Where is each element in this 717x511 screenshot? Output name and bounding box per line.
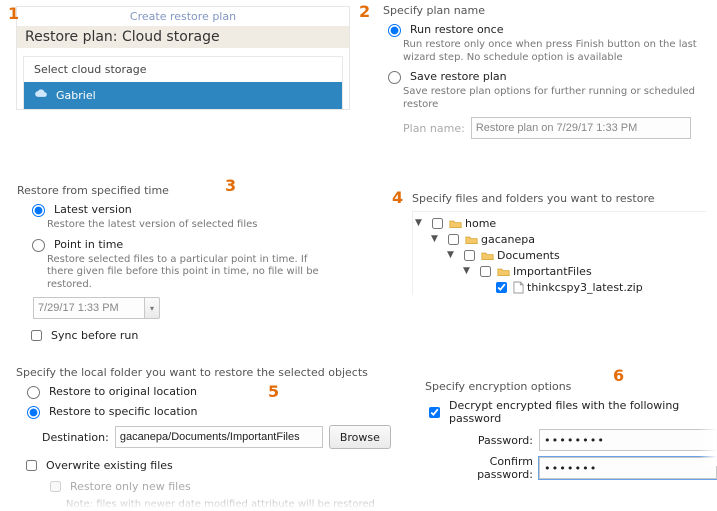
restore-specific-radio-row[interactable]: Restore to specific location xyxy=(22,405,392,419)
tree-row-documents[interactable]: ▼ Documents xyxy=(415,247,706,263)
latest-version-radio[interactable] xyxy=(32,204,45,217)
tree-checkbox[interactable] xyxy=(448,234,459,245)
tree-row-home[interactable]: ▼ home xyxy=(415,215,706,231)
folder-icon xyxy=(481,250,494,261)
only-new-label: Restore only new files xyxy=(70,480,191,493)
tree-checkbox[interactable] xyxy=(464,250,475,261)
latest-version-radio-row[interactable]: Latest version xyxy=(27,203,335,217)
cloud-icon xyxy=(34,87,48,104)
step-4-number: 4 xyxy=(392,188,403,207)
point-in-time-radio-row[interactable]: Point in time xyxy=(27,238,335,252)
restore-original-radio[interactable] xyxy=(27,386,40,399)
browse-button[interactable]: Browse xyxy=(329,425,391,449)
restore-original-label: Restore to original location xyxy=(49,385,197,398)
latest-version-desc: Restore the latest version of selected f… xyxy=(47,219,335,232)
folder-icon xyxy=(465,234,478,245)
tree-label: ImportantFiles xyxy=(513,265,592,278)
latest-version-label: Latest version xyxy=(54,203,132,216)
overwrite-checkbox[interactable] xyxy=(26,460,37,471)
sync-before-run-checkbox[interactable] xyxy=(31,330,42,341)
overwrite-row[interactable]: Overwrite existing files xyxy=(22,457,392,474)
save-plan-label: Save restore plan xyxy=(410,70,507,83)
step-5-number: 5 xyxy=(268,382,279,401)
tree-label: thinkcspy3_latest.zip xyxy=(527,281,643,294)
point-in-time-desc: Restore selected files to a particular p… xyxy=(47,254,335,292)
folder-icon xyxy=(497,266,510,277)
save-plan-desc: Save restore plan options for further ru… xyxy=(403,86,713,111)
tree-label: home xyxy=(465,217,496,230)
select-cloud-storage-label: Select cloud storage xyxy=(24,57,342,82)
plan-name-label: Plan name: xyxy=(403,122,465,135)
tree-label: gacanepa xyxy=(481,233,535,246)
tree-label: Documents xyxy=(497,249,560,262)
save-plan-radio-row[interactable]: Save restore plan xyxy=(383,70,713,84)
sync-before-run-row[interactable]: Sync before run xyxy=(27,327,335,344)
tree-row-importantfiles[interactable]: ▼ ImportantFiles xyxy=(415,263,706,279)
run-once-label: Run restore once xyxy=(410,23,503,36)
chevron-down-icon: ▾ xyxy=(144,297,160,319)
datetime-picker: ▾ xyxy=(33,297,335,319)
only-new-checkbox xyxy=(50,481,61,492)
run-once-desc: Run restore only once when press Finish … xyxy=(403,39,713,64)
decrypt-row[interactable]: Decrypt encrypted files with the followi… xyxy=(425,399,717,425)
step-2-number: 2 xyxy=(359,2,370,21)
tree-checkbox[interactable] xyxy=(432,218,443,229)
point-in-time-label: Point in time xyxy=(54,238,123,251)
only-new-row: Restore only new files xyxy=(46,478,392,495)
save-plan-radio[interactable] xyxy=(388,71,401,84)
sync-before-run-label: Sync before run xyxy=(51,329,138,342)
panel4-title: Specify files and folders you want to re… xyxy=(412,192,706,205)
run-once-radio-row[interactable]: Run restore once xyxy=(383,23,713,37)
cloud-storage-name: Gabriel xyxy=(56,89,96,102)
tree-checkbox[interactable] xyxy=(496,282,507,293)
restore-specific-label: Restore to specific location xyxy=(49,405,197,418)
step-6-number: 6 xyxy=(613,366,624,385)
datetime-input xyxy=(33,297,144,319)
create-restore-plan-link[interactable]: Create restore plan xyxy=(17,7,349,26)
decrypt-checkbox[interactable] xyxy=(429,407,440,418)
step-1-number: 1 xyxy=(8,4,19,23)
step-3-number: 3 xyxy=(225,176,236,195)
confirm-password-label: Confirm password: xyxy=(439,455,533,481)
folder-icon xyxy=(449,218,462,229)
expander-icon[interactable]: ▼ xyxy=(431,234,441,244)
expander-icon[interactable]: ▼ xyxy=(415,218,425,228)
confirm-password-input[interactable] xyxy=(539,457,717,479)
destination-input[interactable] xyxy=(115,426,323,448)
file-icon xyxy=(513,281,524,294)
panel2-title: Specify plan name xyxy=(383,4,713,17)
plan-name-input xyxy=(471,117,691,139)
restore-specific-radio[interactable] xyxy=(27,406,40,419)
panel1-title: Restore plan: Cloud storage xyxy=(17,26,349,48)
panel3-title: Restore from specified time xyxy=(17,184,335,197)
tree-checkbox[interactable] xyxy=(480,266,491,277)
run-once-radio[interactable] xyxy=(388,24,401,37)
panel5-title: Specify the local folder you want to res… xyxy=(16,366,392,379)
restore-original-radio-row[interactable]: Restore to original location xyxy=(22,385,392,399)
expander-icon[interactable]: ▼ xyxy=(463,266,473,276)
tree-row-gacanepa[interactable]: ▼ gacanepa xyxy=(415,231,706,247)
destination-label: Destination: xyxy=(42,431,109,444)
panel6-title: Specify encryption options xyxy=(425,380,717,393)
decrypt-label: Decrypt encrypted files with the followi… xyxy=(449,399,717,425)
point-in-time-radio[interactable] xyxy=(32,239,45,252)
expander-icon[interactable]: ▼ xyxy=(447,250,457,260)
tree-row-file[interactable]: thinkcspy3_latest.zip xyxy=(415,279,706,295)
cloud-storage-item[interactable]: Gabriel xyxy=(24,82,342,109)
password-label: Password: xyxy=(439,434,533,447)
overwrite-label: Overwrite existing files xyxy=(46,459,173,472)
password-input[interactable] xyxy=(539,429,717,451)
